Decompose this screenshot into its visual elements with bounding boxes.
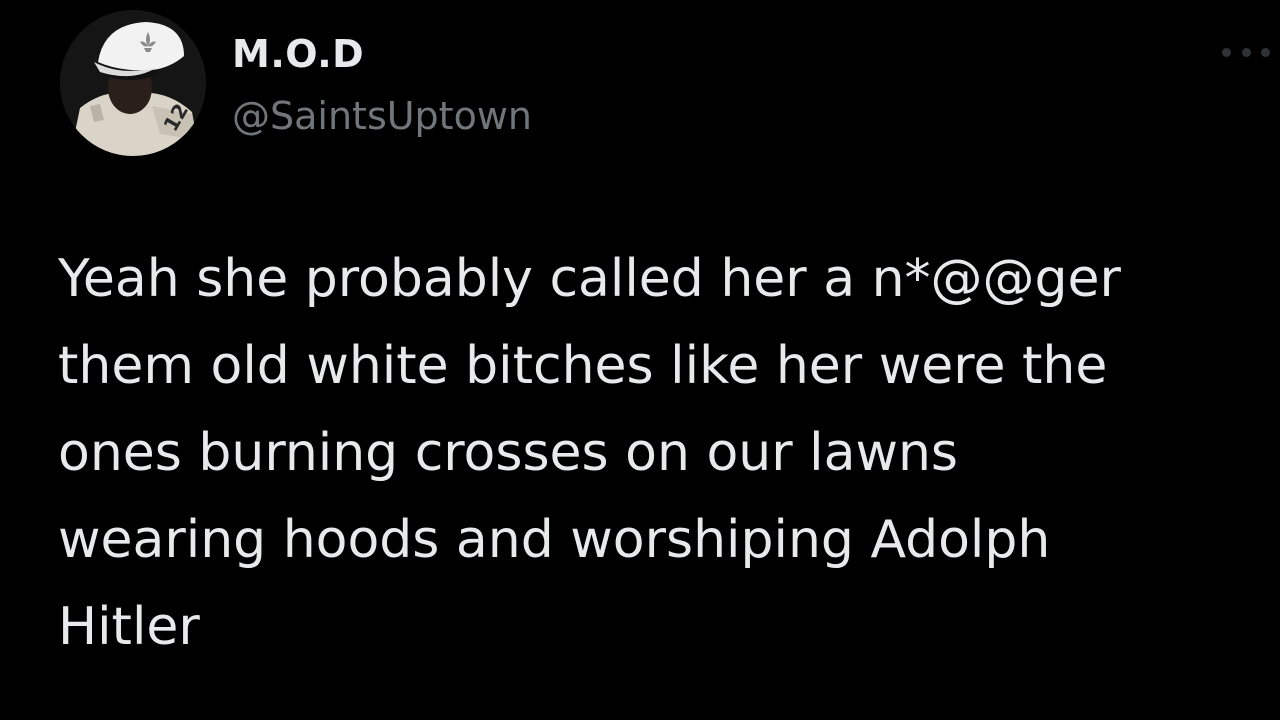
tweet-text: Yeah she probably called her a n*@@ger t… (58, 236, 1248, 671)
display-name[interactable]: M.O.D (232, 30, 364, 78)
tweet-text-line: Hitler (58, 597, 200, 657)
tweet-text-line: ones burning crosses on our lawns (58, 423, 959, 483)
user-handle[interactable]: @SaintsUptown (232, 92, 532, 140)
more-dot (1222, 47, 1231, 57)
more-dot (1241, 47, 1251, 57)
tweet-card: 12 M.O.D @SaintsUptown Yeah she probably… (0, 0, 1280, 720)
tweet-text-line: wearing hoods and worshiping Adolph (58, 510, 1051, 570)
more-options-icon[interactable] (1222, 40, 1270, 64)
tweet-text-line: Yeah she probably called her a n*@@ger (58, 249, 1121, 309)
profile-photo-icon: 12 (60, 10, 206, 156)
tweet-text-line: them old white bitches like her were the (58, 336, 1108, 396)
avatar[interactable]: 12 (60, 10, 206, 156)
more-dot (1261, 47, 1270, 57)
